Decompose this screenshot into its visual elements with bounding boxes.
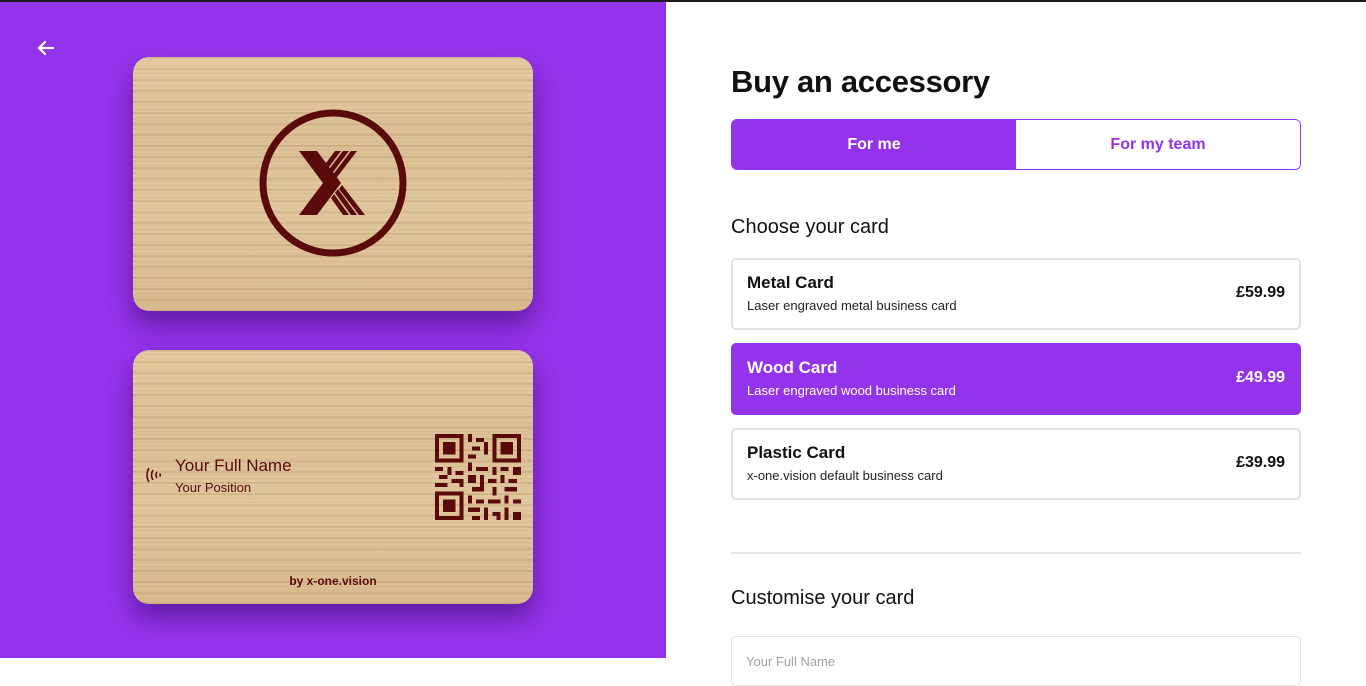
qr-code-icon <box>435 434 521 520</box>
back-button[interactable] <box>34 36 58 60</box>
card-option-name: Plastic Card <box>747 443 846 462</box>
card-option-name: Metal Card <box>747 273 834 292</box>
arrow-left-icon <box>37 40 55 56</box>
card-option-wood[interactable]: Wood Card Laser engraved wood business c… <box>731 343 1301 415</box>
full-name-input[interactable] <box>731 636 1301 686</box>
audience-toggle: For me For my team <box>731 119 1301 170</box>
top-border <box>0 0 1366 2</box>
card-name-text: Your Full Name <box>175 456 292 475</box>
card-preview-panel: Your Full Name Your Position by x-one.vi… <box>0 2 666 658</box>
card-option-description: x-one.vision default business card <box>747 468 943 483</box>
tab-for-me[interactable]: For me <box>732 120 1016 169</box>
card-option-metal[interactable]: Metal Card Laser engraved metal business… <box>731 258 1301 330</box>
card-option-price: £59.99 <box>1236 284 1285 301</box>
tab-for-my-team[interactable]: For my team <box>1016 120 1300 169</box>
page-title: Buy an accessory <box>731 64 990 99</box>
card-option-description: Laser engraved wood business card <box>747 383 956 398</box>
card-option-name: Wood Card <box>747 358 838 377</box>
purchase-panel: Buy an accessory For me For my team Choo… <box>666 2 1366 686</box>
card-option-price: £39.99 <box>1236 454 1285 471</box>
contactless-icon <box>146 467 162 483</box>
card-option-price: £49.99 <box>1236 369 1285 386</box>
card-option-description: Laser engraved metal business card <box>747 298 957 313</box>
card-position-text: Your Position <box>175 480 252 495</box>
x-logo-icon <box>259 109 407 257</box>
choose-card-heading: Choose your card <box>731 216 889 238</box>
customise-card-heading: Customise your card <box>731 587 915 609</box>
card-back-preview: Your Full Name Your Position by x-one.vi… <box>133 350 533 604</box>
card-option-plastic[interactable]: Plastic Card x-one.vision default busine… <box>731 428 1301 500</box>
section-divider <box>731 552 1301 554</box>
card-byline-text: by x-one.vision <box>289 574 377 588</box>
card-front-preview <box>133 57 533 311</box>
